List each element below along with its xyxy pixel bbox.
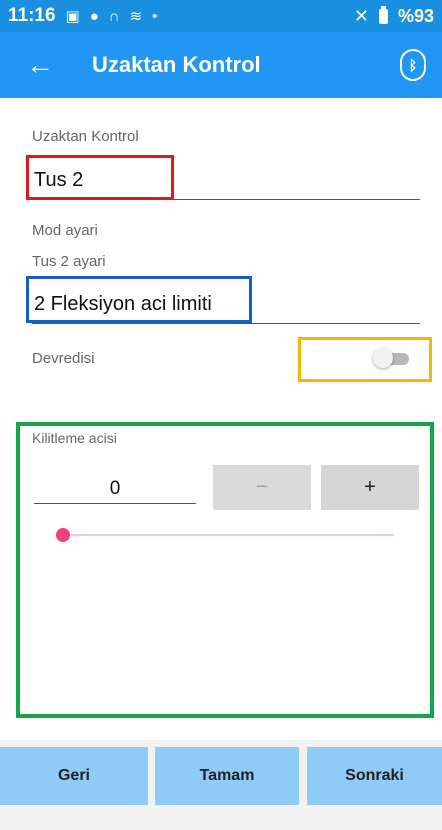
highlight-box-blue	[26, 276, 252, 323]
back-button[interactable]: Geri	[0, 747, 148, 805]
mode-underline	[32, 323, 420, 324]
remote-control-label: Uzaktan Kontrol	[32, 128, 139, 145]
mode-label: Mod ayari	[32, 222, 98, 239]
disabled-label: Devredisi	[32, 350, 95, 367]
gallery-icon: ▣	[65, 8, 80, 25]
battery-icon	[378, 5, 388, 24]
lock-angle-slider[interactable]	[56, 527, 396, 543]
dot-icon: •	[152, 7, 158, 25]
next-button[interactable]: Sonraki	[307, 747, 442, 805]
mute-icon: ✕	[353, 5, 369, 26]
page-title: Uzaktan Kontrol	[92, 52, 261, 77]
app-bar: ← Uzaktan Kontrol ᛒ	[0, 32, 442, 98]
lock-angle-underline	[34, 503, 196, 504]
no-signal-icon: ≋	[129, 8, 143, 25]
slider-track	[64, 534, 394, 536]
lock-angle-input[interactable]: 0	[34, 478, 196, 500]
lock-angle-label: Kilitleme acisi	[32, 430, 117, 446]
battery-percent: %93	[397, 5, 434, 26]
bluetooth-icon[interactable]: ᛒ	[400, 49, 426, 81]
highlight-box-red	[26, 155, 174, 200]
status-time: 11:16	[8, 5, 56, 26]
highlight-box-yellow	[298, 337, 432, 382]
increment-button[interactable]: +	[321, 465, 419, 510]
hearing-icon: ∩	[108, 7, 120, 25]
ok-button[interactable]: Tamam	[155, 747, 299, 805]
alert-icon: ●	[89, 7, 99, 25]
mode-sublabel: Tus 2 ayari	[32, 253, 106, 270]
arrow-left-icon[interactable]: ←	[26, 51, 66, 79]
slider-thumb[interactable]	[56, 528, 70, 542]
status-bar: 11:16 ▣ ● ∩ ≋ • ✕ %93	[0, 0, 442, 32]
decrement-button[interactable]: −	[213, 465, 311, 510]
